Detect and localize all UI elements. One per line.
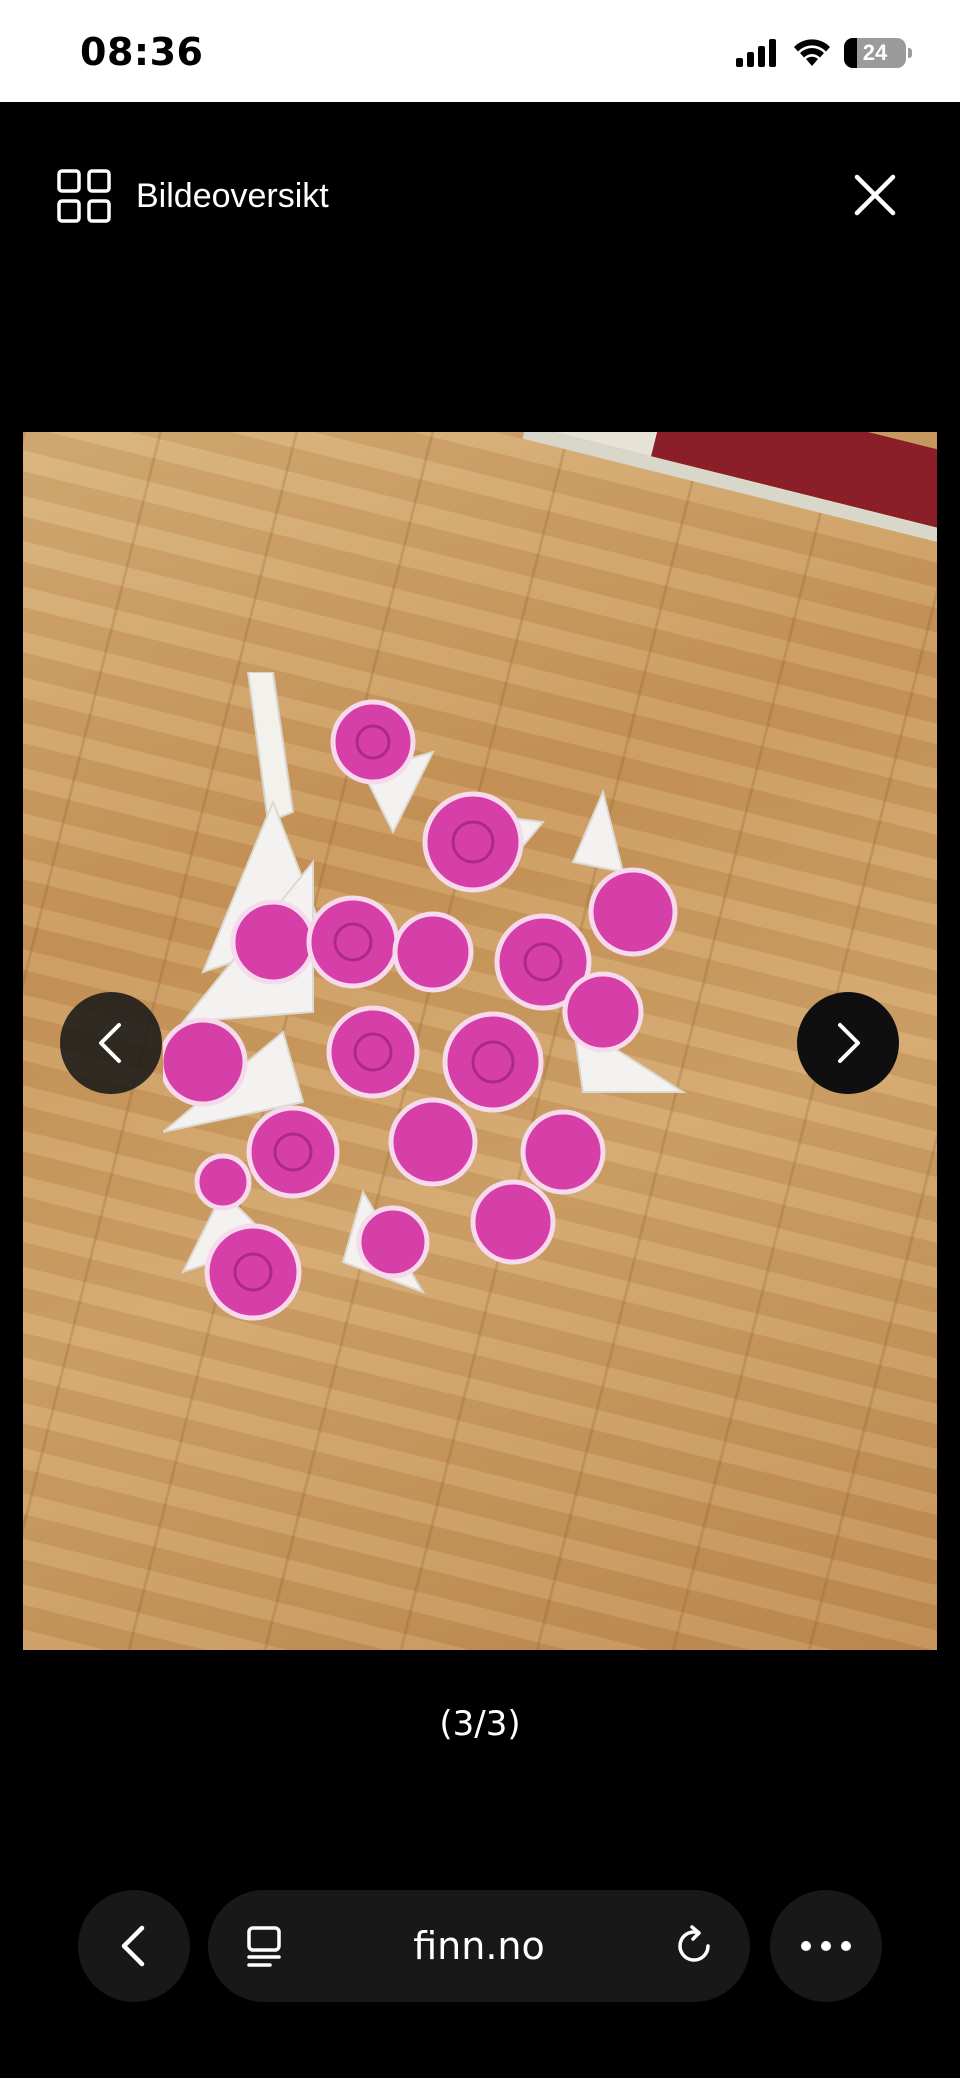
chevron-left-icon bbox=[99, 1023, 121, 1063]
image-overview-label: Bildeoversikt bbox=[136, 176, 329, 215]
battery-level: 24 bbox=[862, 40, 888, 65]
status-icons: 24 bbox=[736, 34, 912, 72]
wifi-icon bbox=[794, 39, 830, 66]
chevron-left-icon bbox=[121, 1925, 145, 1967]
more-options-button[interactable] bbox=[770, 1890, 882, 2002]
browser-toolbar: finn.no bbox=[0, 1880, 960, 2002]
rug-in-photo bbox=[522, 432, 937, 543]
browser-back-button[interactable] bbox=[78, 1890, 190, 2002]
more-icon bbox=[801, 1941, 851, 1951]
previous-image-button[interactable] bbox=[60, 992, 162, 1094]
battery-tip bbox=[908, 48, 912, 58]
bouquet-in-photo bbox=[163, 672, 687, 1321]
reload-icon[interactable] bbox=[672, 1924, 716, 1968]
status-bar: 08:36 24 bbox=[0, 0, 960, 102]
next-image-button[interactable] bbox=[797, 992, 899, 1094]
image-overview-button[interactable]: Bildeoversikt bbox=[56, 168, 329, 224]
status-time: 08:36 bbox=[80, 30, 204, 74]
grid-icon bbox=[57, 169, 111, 223]
address-bar[interactable]: finn.no bbox=[208, 1890, 750, 2002]
chevron-right-icon bbox=[838, 1023, 860, 1063]
battery-icon: 24 bbox=[844, 38, 906, 68]
close-button[interactable] bbox=[850, 170, 900, 220]
url-text: finn.no bbox=[413, 1924, 545, 1968]
image-counter: (3/3) bbox=[439, 1704, 521, 1744]
viewer-header: Bildeoversikt bbox=[0, 102, 960, 292]
close-icon bbox=[854, 174, 896, 216]
cellular-signal-icon bbox=[736, 39, 776, 67]
